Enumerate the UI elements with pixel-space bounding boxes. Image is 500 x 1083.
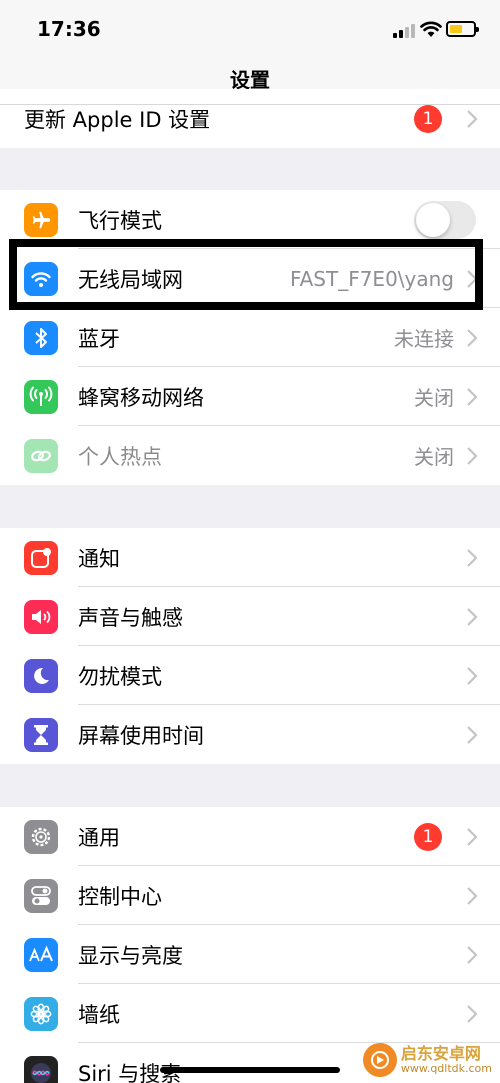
settings-row-display-brightness[interactable]: 显示与亮度 (0, 925, 500, 984)
notifications-label: 通知 (78, 546, 120, 571)
airplane-mode-label: 飞行模式 (78, 208, 162, 233)
chevron-right-icon (467, 946, 478, 964)
chevron-right-icon (467, 667, 478, 685)
chevron-right-icon (467, 608, 478, 626)
screen-time-label: 屏幕使用时间 (78, 723, 204, 748)
moon-icon (24, 659, 58, 693)
cellular-label: 蜂窝移动网络 (78, 385, 204, 410)
chevron-right-icon (467, 828, 478, 846)
chevron-right-icon (467, 110, 478, 128)
apple-id-update-label: 更新 Apple ID 设置 (24, 107, 211, 132)
switches-icon (24, 879, 58, 913)
status-time: 17:36 (37, 17, 101, 41)
chevron-right-icon (467, 887, 478, 905)
settings-row-do-not-disturb[interactable]: 勿扰模式 (0, 646, 500, 705)
chevron-right-icon (467, 388, 478, 406)
watermark-url: www.qdltdk.com (400, 1061, 492, 1075)
do-not-disturb-label: 勿扰模式 (78, 664, 162, 689)
home-indicator[interactable] (160, 1067, 340, 1073)
apple-id-badge: 1 (414, 104, 442, 133)
bluetooth-icon (24, 321, 58, 355)
wallpaper-label: 墙纸 (78, 1002, 120, 1027)
settings-row-general[interactable]: 通用 1 (0, 807, 500, 866)
wifi-highlight-box (9, 239, 483, 310)
cellular-icon (24, 380, 58, 414)
status-bar: 17:36 (0, 0, 500, 58)
settings-row-screen-time[interactable]: 屏幕使用时间 (0, 705, 500, 764)
hotspot-value: 关闭 (414, 445, 454, 469)
chevron-right-icon (467, 329, 478, 347)
settings-row-cellular[interactable]: 蜂窝移动网络 关闭 (0, 367, 500, 426)
settings-row-control-center[interactable]: 控制中心 (0, 866, 500, 925)
settings-row-personal-hotspot[interactable]: 个人热点 关闭 (0, 426, 500, 485)
text-size-icon (24, 938, 58, 972)
general-label: 通用 (78, 825, 120, 850)
sound-icon (24, 600, 58, 634)
airplane-icon (24, 203, 58, 237)
bluetooth-label: 蓝牙 (78, 326, 120, 351)
airplane-mode-toggle[interactable] (414, 201, 476, 239)
display-brightness-label: 显示与亮度 (78, 943, 183, 968)
apple-id-update-row[interactable]: 更新 Apple ID 设置 1 (0, 89, 500, 148)
hotspot-icon (24, 439, 58, 473)
chevron-right-icon (467, 447, 478, 465)
nav-divider (0, 104, 500, 105)
cellular-value: 关闭 (414, 386, 454, 410)
chevron-right-icon (467, 549, 478, 567)
watermark-logo-icon (362, 1043, 397, 1077)
watermark: 启东安卓网 www.qdltdk.com (362, 1043, 492, 1077)
settings-row-bluetooth[interactable]: 蓝牙 未连接 (0, 308, 500, 367)
gear-icon (24, 820, 58, 854)
wifi-status-icon (420, 21, 442, 37)
bluetooth-value: 未连接 (394, 327, 454, 351)
hourglass-icon (24, 718, 58, 752)
cellular-signal-icon (393, 24, 415, 38)
notifications-icon (24, 541, 58, 575)
settings-row-sounds[interactable]: 声音与触感 (0, 587, 500, 646)
siri-icon (24, 1056, 58, 1083)
chevron-right-icon (467, 1005, 478, 1023)
flower-icon (24, 997, 58, 1031)
general-badge: 1 (414, 822, 442, 851)
chevron-right-icon (467, 726, 478, 744)
watermark-title: 启东安卓网 (400, 1044, 481, 1064)
battery-icon (446, 21, 479, 37)
sounds-label: 声音与触感 (78, 605, 183, 630)
control-center-label: 控制中心 (78, 884, 162, 909)
settings-row-wallpaper[interactable]: 墙纸 (0, 984, 500, 1043)
hotspot-label: 个人热点 (78, 444, 162, 469)
settings-row-notifications[interactable]: 通知 (0, 528, 500, 587)
